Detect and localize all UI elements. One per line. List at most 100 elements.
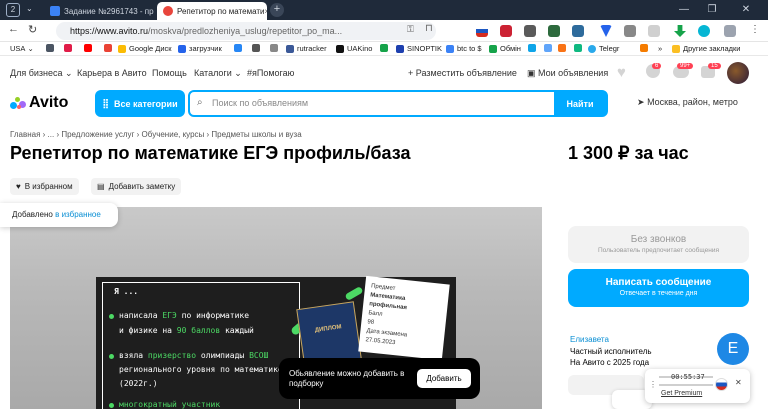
bookmark-s-icon[interactable] [558, 44, 569, 52]
minimize-icon[interactable]: — [672, 2, 696, 18]
extensions-puzzle-icon[interactable] [724, 25, 736, 37]
nav-for-business[interactable]: Для бизнеса ⌄ [10, 68, 73, 79]
maximize-icon[interactable]: ❐ [700, 2, 724, 18]
get-premium-link[interactable]: Get Premium [661, 390, 702, 397]
seller-since: На Авито с 2025 года [570, 358, 650, 367]
russia-flag-icon[interactable] [715, 378, 728, 391]
bookmarks-bar: USA ⌄ Google Диск загрузчик rutracker UA… [0, 42, 768, 56]
tab-label: Репетитор по математи [177, 6, 265, 16]
tab-avito[interactable]: Репетитор по математи × [157, 2, 267, 20]
bookmark-youtube-icon[interactable] [84, 44, 95, 52]
nav-help[interactable]: Помощь [152, 68, 187, 78]
timer-text: 00:55:37 [671, 373, 705, 381]
vpn-player-widget: ⋮ 00:55:37 Get Premium ✕ [645, 369, 750, 403]
bookmark-uakino[interactable]: UAKino [336, 44, 372, 53]
cart-badge: 15 [708, 63, 721, 69]
location-arrow-icon: ➤ [637, 97, 645, 107]
bookmark-map-icon[interactable] [574, 44, 585, 52]
photo-line-4: регионального уровня по математике [119, 365, 283, 374]
seller-name[interactable]: Елизавета [570, 335, 609, 344]
location-selector[interactable]: ➤ Москва, район, метро [637, 97, 738, 108]
other-bookmarks[interactable]: Другие закладки [672, 44, 740, 53]
bookmark-rutracker[interactable]: rutracker [286, 44, 327, 53]
post-ad-button[interactable]: + Разместить объявление [408, 68, 517, 78]
bookmark-exchange[interactable]: Обмін [489, 44, 521, 53]
bookmark-google-drive[interactable]: Google Диск [118, 44, 172, 53]
nav-career[interactable]: Карьера в Авито [77, 68, 147, 78]
extension-chart-icon[interactable] [548, 25, 560, 37]
grid-icon: ⣿ [102, 98, 109, 108]
reload-icon[interactable]: ↻ [28, 23, 37, 36]
add-to-collection-button[interactable]: Добавить [417, 369, 471, 388]
search-button[interactable]: Найти [554, 92, 606, 115]
user-avatar[interactable] [727, 62, 749, 84]
my-ads-link[interactable]: ▣ Мои объявления [527, 68, 608, 79]
all-categories-button[interactable]: ⣿ Все категории [95, 90, 185, 117]
extension-shield-icon[interactable] [500, 25, 512, 37]
search-input[interactable]: Поиск по объявлениям [212, 98, 308, 108]
page-title: Репетитор по математике ЕГЭ профиль/база [10, 143, 411, 163]
bookmark-downloader[interactable]: загрузчик [178, 44, 222, 53]
nav-catalogs[interactable]: Каталоги ⌄ [194, 68, 242, 79]
bookmark-icon[interactable]: ⊓ [425, 23, 433, 34]
extension-ltc-icon[interactable] [572, 25, 584, 37]
bookmark-blogger-icon[interactable] [640, 44, 651, 52]
close-tab-icon[interactable]: × [264, 7, 267, 16]
extension-ru-flag-icon[interactable] [476, 25, 488, 37]
write-message-button[interactable]: Написать сообщение Отвечает в течение дн… [568, 269, 749, 307]
back-icon[interactable]: ← [8, 23, 19, 35]
tab-label: Задание №2961743 - про [64, 6, 154, 16]
bookmark-telegram[interactable]: Telegr [588, 44, 619, 53]
url-field[interactable]: https://www.avito.ru/moskva/predlozheniy… [56, 22, 436, 40]
bookmark-c-icon[interactable] [252, 44, 263, 52]
bookmark-arrow-icon[interactable] [528, 44, 539, 52]
bookmarks-more-icon[interactable]: » [658, 44, 662, 53]
browser-menu-icon[interactable]: ⋮ [750, 24, 760, 35]
bookmark-usa[interactable]: USA ⌄ [10, 44, 34, 53]
diploma-book-image: ДИПЛОМ [296, 301, 362, 367]
photo-line-3: взяла призерство олимпиады ВСОШ [119, 351, 269, 360]
bookmark-sinoptik[interactable]: SINOPTIK [396, 44, 442, 53]
extension-translate-icon[interactable] [524, 25, 536, 37]
tab-counter[interactable]: 2 [6, 3, 20, 17]
seller-avatar[interactable]: E [717, 333, 749, 365]
bullet-icon [109, 403, 114, 408]
photo-header-text: Я ... [114, 287, 139, 296]
favorite-button[interactable]: ♥ В избранном [10, 178, 79, 195]
heart-icon: ♥ [16, 182, 21, 191]
seller-type: Частный исполнитель [570, 347, 652, 356]
bookmark-yandex-icon[interactable] [64, 44, 75, 52]
close-widget-icon[interactable]: ✕ [735, 378, 742, 387]
widget-menu-icon[interactable]: ⋮ [649, 380, 657, 389]
add-note-button[interactable]: ▤ Добавить заметку [91, 178, 182, 195]
photo-line-5: (2022г.) [119, 379, 158, 388]
favorites-link[interactable]: в избранное [55, 210, 101, 219]
tab-task[interactable]: Задание №2961743 - про [44, 2, 154, 20]
extension-icon[interactable] [648, 25, 660, 37]
added-to-favorites-toast: Добавлено в избранное [0, 203, 118, 227]
nav-help-tag[interactable]: #яПомогаю [247, 68, 294, 78]
extension-monitor-icon[interactable] [624, 25, 636, 37]
messages-badge: 99+ [677, 63, 694, 69]
bookmark-cloud-icon[interactable] [544, 44, 555, 52]
bookmark-chart-icon[interactable] [380, 44, 391, 52]
bookmark-p-icon[interactable] [270, 44, 281, 52]
new-tab-button[interactable]: + [270, 3, 284, 17]
bookmark-vk-icon[interactable] [234, 44, 245, 52]
search-box[interactable]: ⌕ Поиск по объявлениям Найти [188, 90, 608, 117]
tab-list-chevron-icon[interactable]: ⌄ [26, 4, 33, 13]
close-window-icon[interactable]: ✕ [734, 2, 758, 18]
price: 1 300 ₽ за час [568, 143, 689, 163]
key-icon[interactable]: ⚿ [407, 24, 414, 35]
browser-tab-bar: 2 ⌄ Задание №2961743 - про Репетитор по … [0, 0, 768, 20]
bookmark-gmail-icon[interactable] [104, 44, 115, 52]
bookmark-globe-icon[interactable] [46, 44, 57, 52]
bookmark-btc[interactable]: btc to $ [446, 44, 482, 53]
bullet-icon [109, 354, 114, 359]
bullet-icon [109, 314, 114, 319]
favorites-heart-icon[interactable]: ♥ [617, 64, 626, 81]
photo-line-2: и физике на 90 баллов каждый [119, 326, 254, 335]
breadcrumb[interactable]: Главная › ... › Предложение услуг › Обуч… [10, 130, 302, 139]
extension-s-icon[interactable] [698, 25, 710, 37]
avito-logo[interactable]: Avito [10, 94, 68, 112]
